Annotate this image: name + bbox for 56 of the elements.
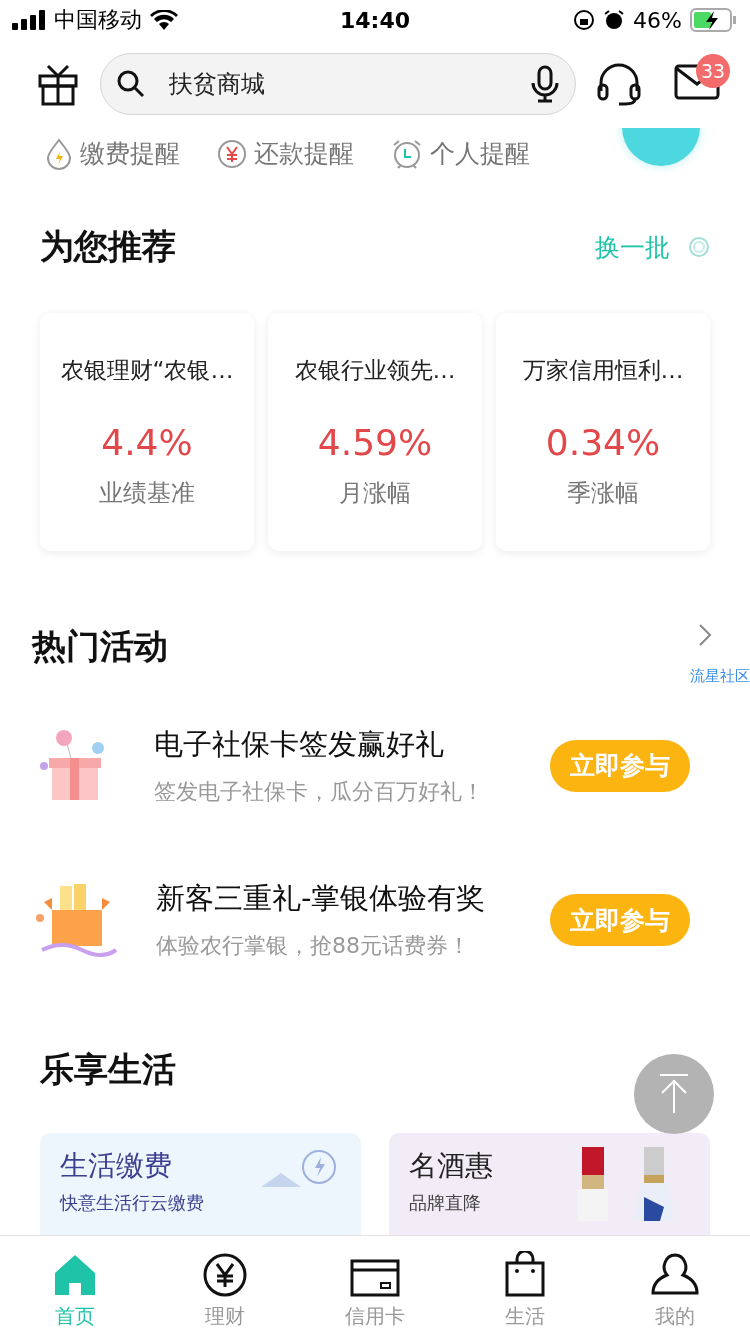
home-icon bbox=[53, 1253, 97, 1297]
life-card[interactable]: 名酒惠 品牌直降 bbox=[389, 1133, 710, 1235]
activity-title: 新客三重礼-掌银体验有奖 bbox=[156, 880, 487, 918]
tab-item[interactable]: 信用卡 bbox=[300, 1236, 450, 1334]
microphone-icon[interactable] bbox=[530, 65, 560, 103]
carrier-name: 中国移动 bbox=[54, 6, 142, 34]
battery-percent: 46% bbox=[633, 7, 682, 33]
tab-item[interactable]: 我的 bbox=[600, 1236, 750, 1334]
activity-description: 签发电子社保卡，瓜分百万好礼！ bbox=[154, 777, 485, 806]
life-card[interactable]: 生活缴费 快意生活行云缴费 bbox=[40, 1133, 361, 1235]
tab-item[interactable]: 理财 bbox=[150, 1236, 300, 1334]
clock-time: 14:40 bbox=[340, 7, 410, 33]
person-icon bbox=[651, 1253, 699, 1297]
rate-label: 季涨幅 bbox=[567, 477, 639, 509]
product-rate: 4.4% bbox=[101, 421, 193, 463]
product-name: 农银行业领先… bbox=[294, 355, 456, 385]
product-card[interactable]: 农银理财“农银… 4.4% 业绩基准 bbox=[40, 312, 254, 551]
product-card[interactable]: 万家信用恒利… 0.34% 季涨幅 bbox=[496, 312, 710, 551]
card-subtitle: 快意生活行云缴费 bbox=[60, 1191, 205, 1215]
reminder-link[interactable]: 个人提醒 bbox=[390, 136, 530, 171]
gift-icon[interactable] bbox=[36, 62, 80, 106]
rotation-lock-icon bbox=[573, 9, 596, 31]
product-rate: 4.59% bbox=[317, 421, 433, 463]
card-subtitle: 品牌直降 bbox=[409, 1191, 482, 1215]
search-icon bbox=[116, 69, 146, 99]
yen-circle-icon bbox=[216, 137, 248, 170]
signal-icon bbox=[12, 10, 46, 30]
headset-icon[interactable] bbox=[596, 61, 642, 107]
yen-circle-icon bbox=[203, 1253, 247, 1297]
rate-label: 月涨幅 bbox=[339, 477, 411, 509]
product-name: 农银理财“农银… bbox=[60, 355, 234, 385]
product-name: 万家信用恒利… bbox=[522, 355, 684, 385]
alarm-icon bbox=[603, 9, 626, 31]
lightning-drop-icon bbox=[44, 137, 74, 170]
shopping-bag-icon bbox=[505, 1251, 545, 1297]
activity-title: 电子社保卡签发赢好礼 bbox=[154, 725, 445, 763]
card-title: 生活缴费 bbox=[60, 1148, 173, 1184]
community-link[interactable]: 流星社区 bbox=[690, 666, 750, 686]
refresh-icon bbox=[688, 236, 710, 259]
rate-label: 业绩基准 bbox=[99, 477, 195, 509]
battery-charging-icon bbox=[690, 8, 738, 32]
product-rate: 0.34% bbox=[545, 421, 661, 463]
unread-badge: 33 bbox=[696, 54, 730, 88]
tab-item[interactable]: 生活 bbox=[450, 1236, 600, 1334]
reminder-link[interactable]: 缴费提醒 bbox=[44, 137, 180, 171]
activity-description: 体验农行掌银，抢88元话费券！ bbox=[156, 932, 471, 961]
product-card[interactable]: 农银行业领先… 4.59% 月涨幅 bbox=[268, 312, 482, 551]
card-title: 名酒惠 bbox=[409, 1148, 494, 1184]
reminder-link[interactable]: 还款提醒 bbox=[216, 137, 354, 171]
credit-card-icon bbox=[350, 1259, 400, 1297]
chevron-right-icon[interactable] bbox=[698, 622, 712, 647]
section-title: 为您推荐 bbox=[40, 225, 176, 269]
section-title: 热门活动 bbox=[32, 625, 168, 669]
section-title: 乐享生活 bbox=[40, 1048, 176, 1092]
wifi-icon bbox=[150, 10, 178, 30]
search-field[interactable]: 扶贫商城 bbox=[100, 53, 576, 115]
